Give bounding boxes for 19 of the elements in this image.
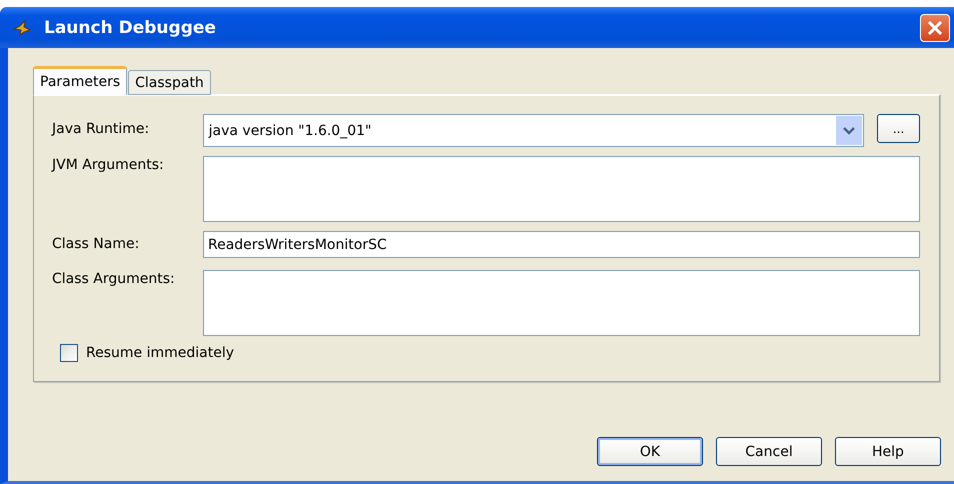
tab[interactable]: Parameters bbox=[33, 66, 128, 95]
close-icon bbox=[927, 20, 943, 36]
field-label: JVM Arguments: bbox=[52, 156, 165, 173]
field-label: Java Runtime: bbox=[52, 120, 150, 137]
dialog-button[interactable]: Help bbox=[835, 437, 941, 466]
checkbox[interactable] bbox=[60, 344, 78, 362]
field-label: Class Arguments: bbox=[52, 270, 176, 287]
input-field[interactable] bbox=[203, 156, 920, 222]
tab[interactable]: Classpath bbox=[128, 70, 211, 95]
dialog-button[interactable]: OK bbox=[597, 437, 703, 466]
dialog-button[interactable]: Cancel bbox=[716, 437, 822, 466]
input-field[interactable]: ReadersWritersMonitorSC bbox=[203, 231, 920, 258]
close-button[interactable] bbox=[920, 14, 950, 42]
checkbox-label: Resume immediately bbox=[86, 345, 234, 361]
window-title: Launch Debuggee bbox=[44, 18, 217, 38]
browse-button[interactable]: ... bbox=[877, 114, 920, 143]
runtime-dropdown[interactable]: java version "1.6.0_01" bbox=[202, 114, 864, 147]
input-field[interactable] bbox=[203, 270, 920, 336]
field-label: Class Name: bbox=[52, 235, 140, 252]
